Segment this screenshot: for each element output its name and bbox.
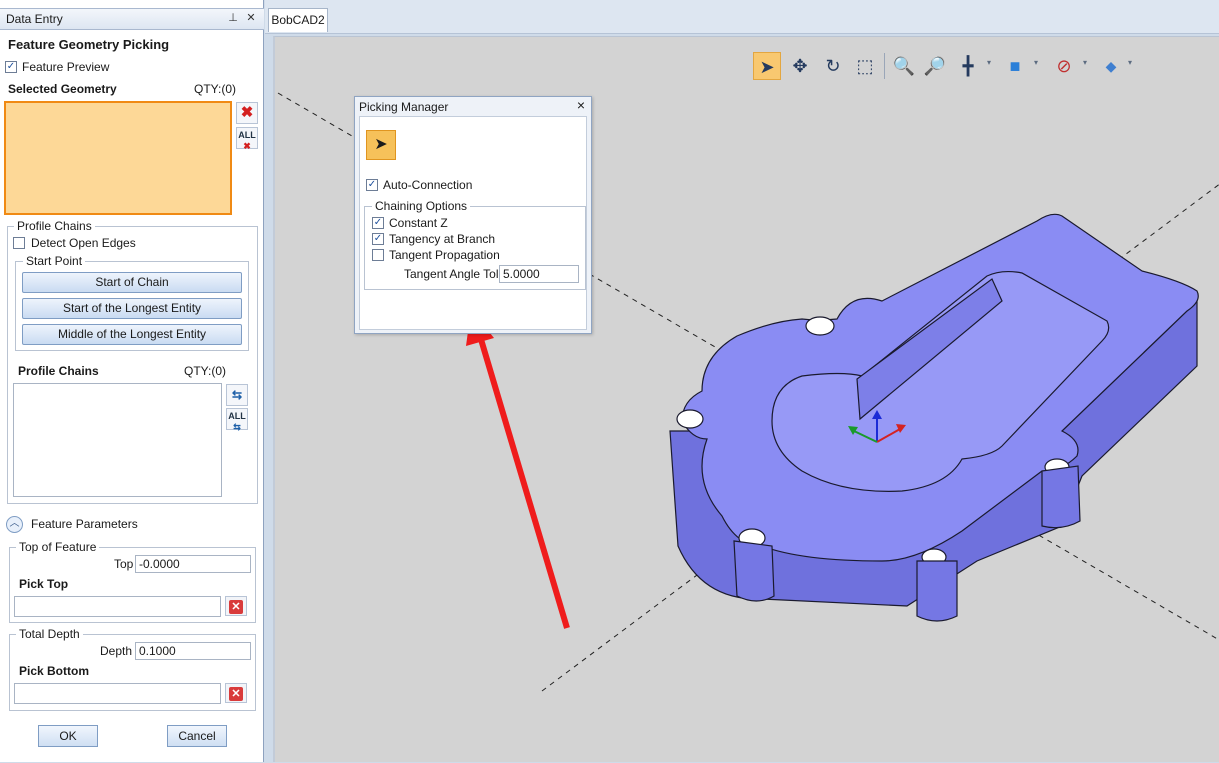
auto-connection-checkbox[interactable]: ✓ [366,179,378,191]
data-entry-panel: Data Entry ⊥ ✕ Feature Geometry Picking … [0,0,264,762]
annotation-arrow [466,309,570,629]
pan-move-icon[interactable]: ✥ [786,52,814,80]
visibility-eye-icon[interactable]: ⊘ [1050,52,1078,80]
tangent-propagation-checkbox[interactable] [372,249,384,261]
detect-open-edges-checkbox[interactable] [13,237,25,249]
selected-geometry-qty: QTY:(0) [194,82,237,96]
reverse-chain-button[interactable]: ⇆ [226,384,248,406]
tab-bobcad2[interactable]: BobCAD2 [268,8,328,32]
window-zoom-icon[interactable]: ⬚ [851,52,879,80]
depth-field-label: Depth [100,644,133,658]
red-x-icon: ✖ [240,104,254,121]
constant-z-checkbox[interactable]: ✓ [372,217,384,229]
pick-bottom-field[interactable] [14,683,221,704]
profile-chains-list-label: Profile Chains [18,364,99,378]
detect-open-edges-label: Detect Open Edges [31,236,136,250]
reverse-chain-icon: ⇆ [231,388,243,402]
panel-header: Data Entry ⊥ ✕ [0,8,264,30]
chaining-options-label: Chaining Options [372,199,471,213]
clear-pick-top-button[interactable]: ✕ [225,596,247,616]
zoom-text-icon[interactable]: 🔍 [890,52,918,80]
chevron-down-icon[interactable]: ▾ [1034,58,1038,67]
tangent-propagation-label: Tangent Propagation [389,248,500,262]
selected-geometry-label: Selected Geometry [8,82,117,96]
tangency-at-branch-checkbox[interactable]: ✓ [372,233,384,245]
picking-manager-dialog: Picking Manager × ➤ ✓ Auto-Connection Ch… [354,96,592,334]
remove-selected-button[interactable]: ✖ [236,102,258,124]
grid-plane-icon[interactable]: ╋ [954,52,982,80]
remove-all-icon: ALL ✖ [238,130,256,151]
start-of-chain-button[interactable]: Start of Chain [22,272,242,293]
top-input[interactable]: -0.0000 [135,555,251,573]
chevron-down-icon[interactable]: ▾ [1083,58,1087,67]
pick-top-label: Pick Top [19,577,69,591]
tangency-at-branch-label: Tangency at Branch [389,232,496,246]
remove-all-button[interactable]: ALL ✖ [236,127,258,151]
picking-manager-body: ➤ ✓ Auto-Connection Chaining Options ✓ C… [359,116,587,330]
tangent-angle-tol-input[interactable]: 5.0000 [499,265,579,283]
part-model [669,213,1199,622]
picking-manager-title: Picking Manager [359,100,449,114]
feature-parameters-label: Feature Parameters [31,517,138,531]
clear-icon: ✕ [229,687,243,701]
all-chains-icon: ALL ⇆ [228,411,246,432]
pick-bottom-label: Pick Bottom [19,664,90,678]
constant-z-label: Constant Z [389,216,448,230]
chevron-down-icon[interactable]: ▾ [1128,58,1132,67]
close-icon[interactable]: × [574,97,588,113]
depth-input[interactable]: 0.1000 [135,642,251,660]
selected-geometry-list[interactable] [4,101,232,215]
select-arrow-icon[interactable]: ➤ [753,52,781,80]
ok-button[interactable]: OK [38,725,98,747]
start-point-label: Start Point [23,254,86,268]
feature-preview-checkbox[interactable]: ✓ [5,61,17,73]
clear-icon: ✕ [229,600,243,614]
start-of-longest-entity-button[interactable]: Start of the Longest Entity [22,298,242,319]
auto-connection-label: Auto-Connection [383,178,473,192]
view-cube-icon[interactable]: ■ [1001,52,1029,80]
profile-chains-qty: QTY:(0) [184,364,227,378]
feature-preview-label: Feature Preview [22,60,110,74]
cancel-button[interactable]: Cancel [167,725,227,747]
chevron-down-icon[interactable]: ▾ [987,58,991,67]
close-icon[interactable]: ✕ [244,11,258,25]
toolbar-divider [884,53,885,79]
document-tab-strip [265,0,1219,34]
clear-pick-bottom-button[interactable]: ✕ [225,683,247,703]
pick-top-field[interactable] [14,596,221,617]
top-of-feature-label: Top of Feature [16,540,100,554]
zoom-fit-icon[interactable]: 🔎 [921,52,949,80]
remove-all-chains-button[interactable]: ALL ⇆ [226,408,248,432]
display-mode-icon[interactable]: ◆ [1097,52,1125,80]
profile-chains-group-label: Profile Chains [14,219,95,233]
tangent-angle-tol-label: Tangent Angle Tol [404,267,499,281]
select-arrow-icon: ➤ [374,136,388,153]
panel-title: Data Entry [6,12,63,26]
section-title: Feature Geometry Picking [8,37,170,52]
pick-mode-button[interactable]: ➤ [366,130,396,160]
middle-of-longest-entity-button[interactable]: Middle of the Longest Entity [22,324,242,345]
top-field-label: Top [114,557,134,571]
rotate-icon[interactable]: ↻ [819,52,847,80]
collapse-chevron-icon[interactable]: ︿ [6,516,23,533]
total-depth-label: Total Depth [16,627,83,641]
profile-chains-list[interactable] [13,383,222,497]
pin-icon[interactable]: ⊥ [226,11,240,25]
